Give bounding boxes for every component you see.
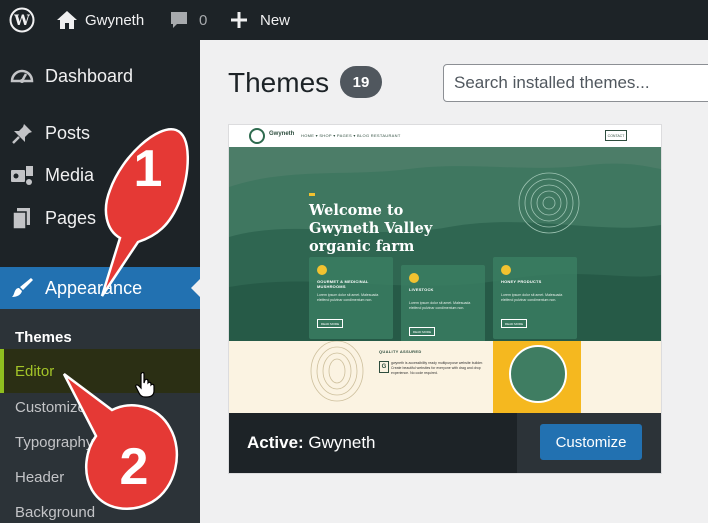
main-content: Themes 19 Gwyneth HOME ▾ SHOP ▾ PAGES ▾ …: [200, 40, 708, 523]
paintbrush-icon: [10, 276, 34, 300]
plus-icon[interactable]: [230, 0, 248, 40]
fingerprint-pattern-icon: [310, 341, 364, 402]
home-icon[interactable]: [56, 0, 78, 40]
dashboard-icon: [10, 65, 34, 89]
pages-icon: [10, 207, 34, 231]
preview-farmer-photo: [509, 345, 567, 403]
active-prefix: Active:: [247, 433, 304, 452]
sidebar-item-dashboard[interactable]: Dashboard: [0, 56, 200, 96]
svg-text:W: W: [13, 13, 30, 29]
preview-box-title: HONEY PRODUCTS: [501, 279, 542, 284]
preview-feature-box: GOURMET & MEDICINAL MUSHROOMS Lorem ipsu…: [309, 257, 393, 339]
preview-feature-box: HONEY PRODUCTS Lorem ipsum dolor sit ame…: [493, 257, 577, 339]
theme-count-badge: 19: [340, 66, 382, 98]
preview-box-text: Lorem ipsum dolor sit amet. Malesuada el…: [317, 293, 379, 302]
search-themes-input[interactable]: [443, 64, 708, 102]
wordpress-logo-icon[interactable]: W: [9, 0, 35, 40]
theme-card-footer: Active: Gwyneth Customize: [229, 413, 661, 473]
comment-count[interactable]: 0: [199, 0, 207, 40]
step-1-arrow-annotation: 1: [100, 128, 189, 297]
preview-heading: Welcome to Gwyneth Valley organic farm: [309, 202, 432, 256]
preview-read-more: READ MORE: [317, 319, 343, 328]
honey-icon: [501, 265, 511, 275]
preview-box-title: GOURMET & MEDICINAL MUSHROOMS: [317, 279, 369, 289]
preview-heading-line: Gwyneth Valley: [309, 220, 433, 237]
active-theme-label: Active: Gwyneth: [247, 433, 376, 453]
comments-icon[interactable]: [169, 0, 189, 40]
customize-button[interactable]: Customize: [540, 424, 642, 460]
mushroom-icon: [317, 265, 327, 275]
step-1-number: 1: [134, 140, 163, 198]
submenu-item-themes[interactable]: Themes: [15, 329, 200, 346]
preview-box-text: Lorem ipsum dolor sit amet. Malesuada el…: [501, 293, 563, 302]
preview-nav-links: HOME ▾ SHOP ▾ PAGES ▾ BLOG RESTAURANT: [301, 133, 401, 138]
step-2-number: 2: [120, 438, 149, 496]
livestock-icon: [409, 273, 419, 283]
site-name-link[interactable]: Gwyneth: [85, 0, 144, 40]
preview-contact-button: CONTACT: [605, 130, 627, 141]
preview-read-more: READ MORE: [501, 319, 527, 328]
preview-box-title: LIVESTOCK: [409, 287, 434, 292]
sidebar-item-label: Dashboard: [45, 65, 134, 86]
step-2-arrow-annotation: 2: [62, 373, 179, 510]
preview-heading-line: organic farm: [309, 238, 415, 255]
preview-qa-text: gwyneth is accessibility ready multipurp…: [391, 361, 484, 375]
admin-bar: W Gwyneth 0 New: [0, 0, 708, 40]
preview-navbar: Gwyneth HOME ▾ SHOP ▾ PAGES ▾ BLOG RESTA…: [229, 125, 661, 147]
preview-quality-section: QUALITY ASSURED G gwyneth is accessibili…: [229, 341, 661, 413]
media-icon: [10, 164, 34, 188]
preview-heading-accent: [309, 193, 315, 196]
preview-qa-title: QUALITY ASSURED: [379, 349, 422, 354]
theme-screenshot[interactable]: Gwyneth HOME ▾ SHOP ▾ PAGES ▾ BLOG RESTA…: [229, 125, 661, 413]
active-theme-card[interactable]: Gwyneth HOME ▾ SHOP ▾ PAGES ▾ BLOG RESTA…: [228, 124, 662, 474]
active-theme-name: Gwyneth: [308, 433, 376, 452]
preview-hero: Welcome to Gwyneth Valley organic farm G…: [229, 147, 661, 347]
preview-brand: Gwyneth: [269, 131, 295, 137]
preview-logo-icon: [249, 128, 265, 144]
preview-feature-box: LIVESTOCK Lorem ipsum dolor sit amet. Ma…: [401, 265, 485, 347]
preview-read-more: READ MORE: [409, 327, 435, 336]
hand-pointer-cursor-icon: [135, 372, 155, 398]
pin-icon: [10, 122, 34, 146]
preview-box-text: Lorem ipsum dolor sit amet. Malesuada el…: [409, 301, 471, 310]
g-badge-icon: G: [379, 361, 389, 373]
page-title: Themes: [228, 67, 330, 98]
preview-heading-line: Welcome to: [309, 202, 404, 219]
new-content-link[interactable]: New: [260, 0, 290, 40]
